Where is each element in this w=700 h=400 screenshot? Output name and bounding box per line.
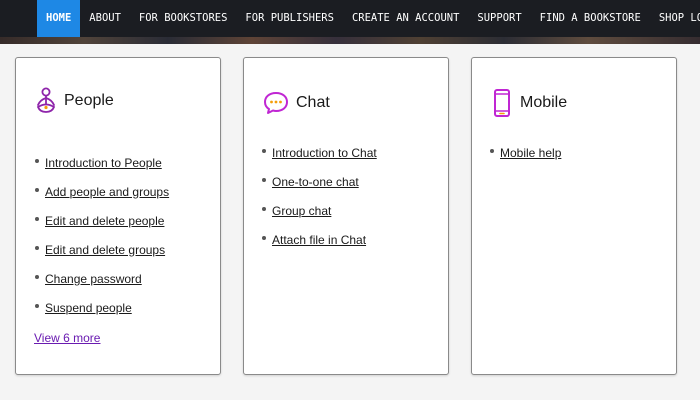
person-meditation-icon [34, 86, 58, 116]
nav-item-support[interactable]: SUPPORT [468, 0, 530, 37]
bullet-icon [35, 274, 39, 279]
nav-list: HOME ABOUT FOR BOOKSTORES FOR PUBLISHERS… [37, 0, 700, 37]
list-item: Edit and delete people [35, 206, 169, 235]
header-banner-strip [0, 37, 700, 44]
link-list: Introduction to People Add people and gr… [35, 148, 169, 322]
bullet-icon [262, 206, 266, 211]
nav-item-create-account[interactable]: CREATE AN ACCOUNT [343, 0, 468, 37]
bullet-icon [262, 235, 266, 240]
list-item: Introduction to Chat [262, 138, 377, 167]
nav-item-home[interactable]: HOME [37, 0, 81, 37]
list-item: One-to-one chat [262, 167, 377, 196]
bullet-icon [35, 158, 39, 163]
list-item: Change password [35, 264, 169, 293]
link-introduction-to-people[interactable]: Introduction to People [45, 156, 162, 170]
card-title: Mobile [520, 94, 568, 111]
bullet-icon [35, 303, 39, 308]
nav-item-find-bookstore[interactable]: FIND A BOOKSTORE [531, 0, 650, 37]
nav-item-about[interactable]: ABOUT [80, 0, 130, 37]
card-mobile: Mobile Mobile help [471, 57, 677, 375]
link-one-to-one-chat[interactable]: One-to-one chat [272, 175, 359, 189]
bullet-icon [35, 245, 39, 250]
bullet-icon [262, 177, 266, 182]
list-item: Group chat [262, 196, 377, 225]
card-header: Mobile [490, 88, 567, 118]
mobile-phone-icon [490, 88, 514, 118]
view-more-link[interactable]: View 6 more [34, 331, 100, 345]
link-attach-file-in-chat[interactable]: Attach file in Chat [272, 233, 366, 247]
link-list: Introduction to Chat One-to-one chat Gro… [262, 138, 377, 254]
card-chat: Chat Introduction to Chat One-to-one cha… [243, 57, 449, 375]
link-edit-delete-groups[interactable]: Edit and delete groups [45, 243, 165, 257]
card-title: Chat [296, 94, 330, 111]
bullet-icon [35, 216, 39, 221]
card-people: People Introduction to People Add people… [15, 57, 221, 375]
link-add-people-and-groups[interactable]: Add people and groups [45, 185, 169, 199]
list-item: Attach file in Chat [262, 225, 377, 254]
link-list: Mobile help [490, 138, 561, 167]
card-header: People [34, 86, 114, 116]
bullet-icon [35, 187, 39, 192]
link-mobile-help[interactable]: Mobile help [500, 146, 561, 160]
link-edit-delete-people[interactable]: Edit and delete people [45, 214, 164, 228]
link-group-chat[interactable]: Group chat [272, 204, 331, 218]
list-item: Add people and groups [35, 177, 169, 206]
list-item: Suspend people [35, 293, 169, 322]
nav-item-for-publishers[interactable]: FOR PUBLISHERS [236, 0, 343, 37]
link-introduction-to-chat[interactable]: Introduction to Chat [272, 146, 377, 160]
link-change-password[interactable]: Change password [45, 272, 142, 286]
chat-bubble-icon [262, 88, 290, 118]
link-suspend-people[interactable]: Suspend people [45, 301, 132, 315]
top-navigation: HOME ABOUT FOR BOOKSTORES FOR PUBLISHERS… [0, 0, 700, 44]
nav-item-for-bookstores[interactable]: FOR BOOKSTORES [130, 0, 237, 37]
nav-item-shop-local[interactable]: SHOP LOCAL [650, 0, 700, 37]
card-header: Chat [262, 88, 330, 118]
card-title: People [64, 92, 114, 109]
list-item: Mobile help [490, 138, 561, 167]
bullet-icon [490, 148, 494, 153]
bullet-icon [262, 148, 266, 153]
list-item: Introduction to People [35, 148, 169, 177]
list-item: Edit and delete groups [35, 235, 169, 264]
